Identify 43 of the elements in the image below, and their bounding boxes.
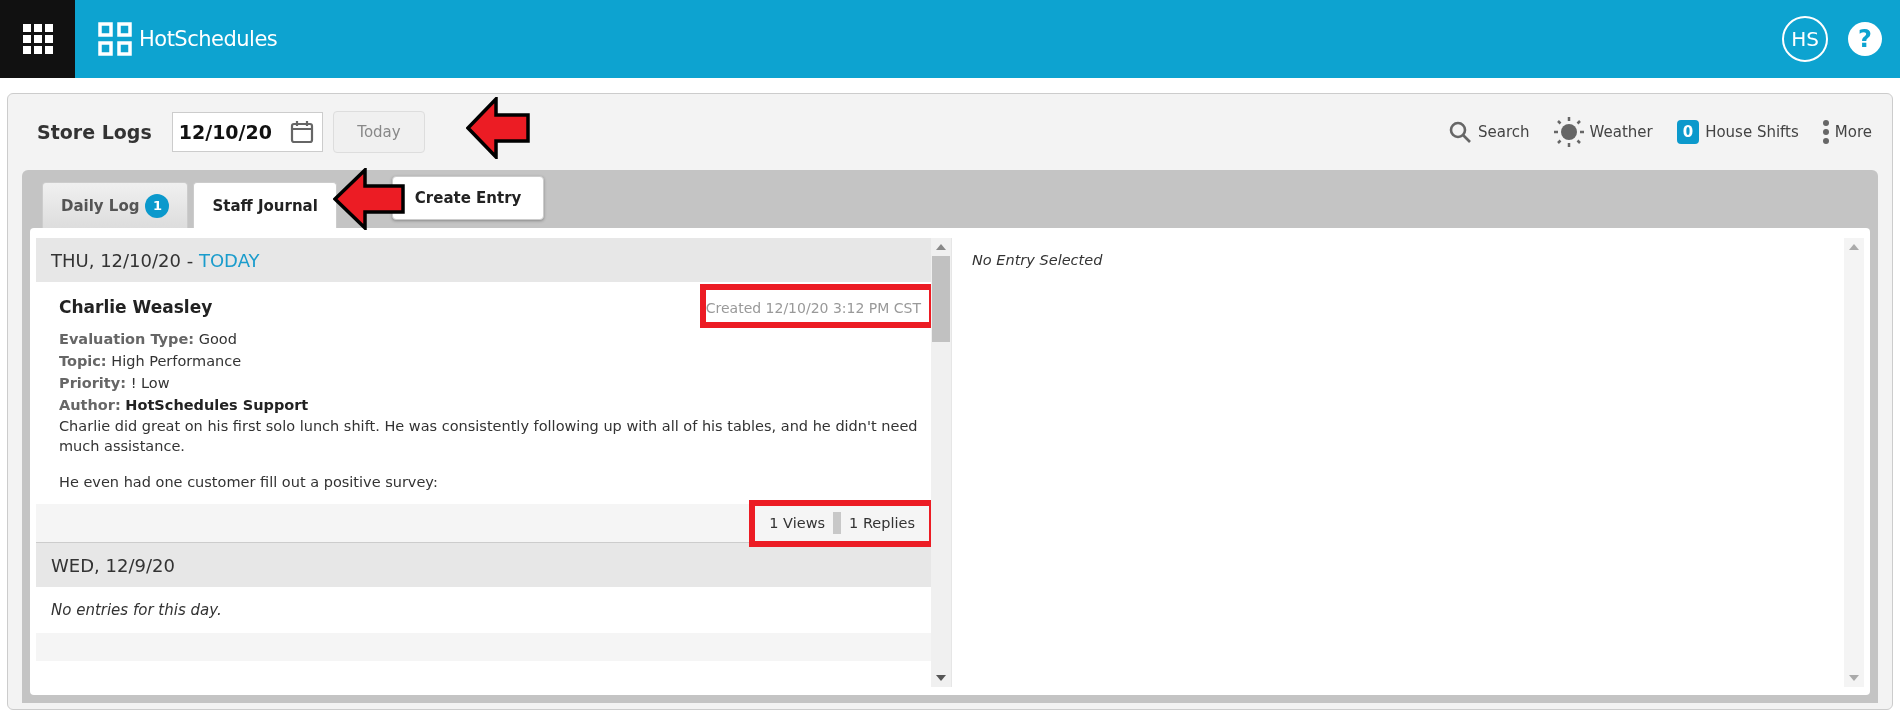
sun-icon: [1553, 117, 1584, 147]
empty-message: No Entry Selected: [971, 251, 1104, 270]
scroll-up-icon: [936, 244, 946, 250]
pointer-arrow: [466, 97, 530, 159]
scrollbar-thumb[interactable]: [932, 256, 950, 342]
scroll-down-icon: [936, 675, 946, 681]
entry-field: Topic: High Performance: [59, 350, 921, 372]
divider-bar: [833, 512, 842, 534]
empty-message: No entries for this day.: [50, 600, 223, 621]
app-menu-button[interactable]: [0, 0, 75, 78]
logo-icon: [97, 21, 133, 57]
date-field[interactable]: 12/10/20: [171, 112, 323, 152]
house-shifts-button[interactable]: 0 House Shifts: [1676, 120, 1799, 144]
entry-field: Evaluation Type: Good: [59, 328, 921, 350]
brand-name: HotSchedules: [139, 27, 278, 51]
entry-field: Priority: ! Low: [59, 372, 921, 394]
count-badge: 1: [145, 193, 170, 218]
day-header: THU, 12/10/20 - TODAY: [36, 238, 931, 282]
search-button[interactable]: Search: [1447, 120, 1530, 144]
scrollbar[interactable]: [931, 238, 951, 687]
entry-field: Author: HotSchedules Support: [59, 394, 921, 416]
more-button[interactable]: More: [1822, 120, 1872, 144]
employee-name: Charlie Weasley: [59, 297, 213, 317]
create-entry-button[interactable]: Create Entry: [391, 176, 545, 220]
more-icon: [1822, 120, 1829, 144]
created-timestamp: Created 12/10/20 3:12 PM CST: [705, 299, 921, 316]
tab[interactable]: Daily Log 1: [42, 182, 189, 228]
page-title: Store Logs: [37, 121, 152, 143]
day-header: WED, 12/9/20: [36, 543, 931, 587]
views-count[interactable]: 1 Views: [761, 515, 834, 531]
scrollbar[interactable]: [1844, 238, 1864, 687]
entry-text: He even had one customer fill out a positive survey:: [59, 473, 439, 492]
replies-count[interactable]: 1 Replies: [841, 515, 923, 531]
count-badge: 0: [1676, 120, 1700, 144]
scroll-up-icon: [1849, 244, 1859, 250]
search-icon: [1447, 120, 1472, 144]
scroll-down-icon: [1849, 675, 1859, 681]
weather-button[interactable]: Weather: [1553, 117, 1653, 147]
pointer-arrow: [333, 168, 405, 230]
tab[interactable]: Staff Journal: [193, 182, 337, 228]
grid-icon: [22, 24, 53, 54]
calendar-icon: [289, 120, 314, 144]
entry-text: Charlie did great on his first solo lunch shift. He was consistently following up with all of his tables, and he didn't need much assistance.: [59, 417, 919, 456]
